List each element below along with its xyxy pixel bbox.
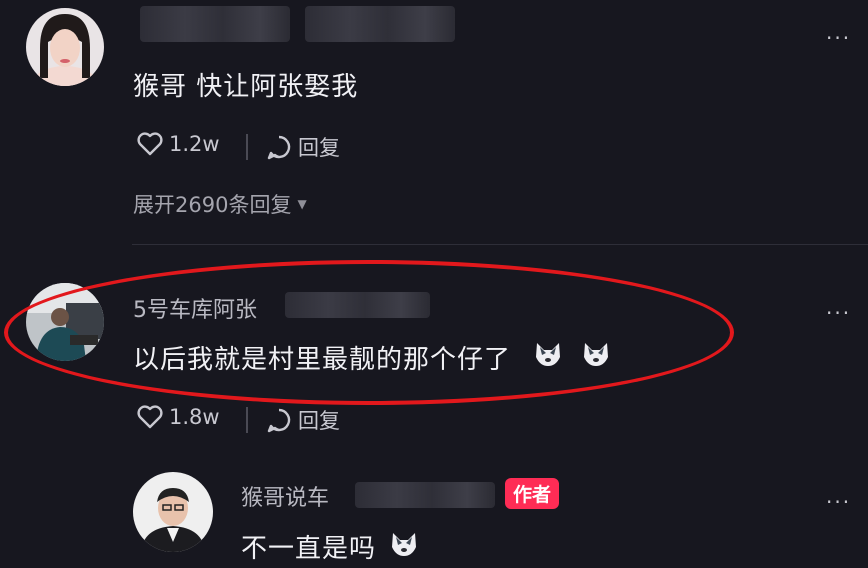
heart-icon	[137, 405, 163, 429]
reply-text: 不一直是吗	[241, 534, 377, 564]
like-button[interactable]: 1.8w	[137, 405, 220, 429]
username[interactable]: 猴哥说车	[241, 480, 329, 512]
heart-icon	[137, 132, 163, 156]
comment-text: 猴哥 快让阿张娶我	[133, 72, 359, 102]
reply-label: 回复	[298, 136, 340, 160]
like-count: 1.8w	[169, 405, 220, 429]
more-options-icon[interactable]: ···	[826, 26, 851, 50]
like-count: 1.2w	[169, 132, 220, 156]
username-redacted	[140, 6, 290, 42]
more-options-icon[interactable]: ···	[826, 490, 851, 514]
reply-button[interactable]: 回复	[266, 405, 340, 435]
expand-replies-button[interactable]: 展开2690条回复 ▼	[133, 189, 307, 219]
author-badge: 作者	[505, 478, 560, 509]
husky-emoji-icon	[392, 533, 416, 556]
username-redacted	[305, 6, 455, 42]
username-redacted	[355, 482, 495, 508]
divider	[246, 407, 248, 433]
reply-button[interactable]: 回复	[266, 132, 340, 162]
divider	[132, 244, 868, 245]
comment-bubble-icon	[267, 408, 291, 433]
reply-label: 回复	[298, 409, 340, 433]
caret-down-icon: ▼	[297, 197, 307, 211]
like-button[interactable]: 1.2w	[137, 132, 220, 156]
comment-bubble-icon	[267, 135, 291, 160]
more-options-icon[interactable]: ···	[826, 301, 851, 325]
expand-replies-label: 展开2690条回复	[133, 193, 292, 217]
divider	[246, 134, 248, 160]
highlight-circle	[4, 260, 734, 405]
avatar[interactable]	[133, 472, 213, 552]
avatar[interactable]	[26, 8, 104, 86]
